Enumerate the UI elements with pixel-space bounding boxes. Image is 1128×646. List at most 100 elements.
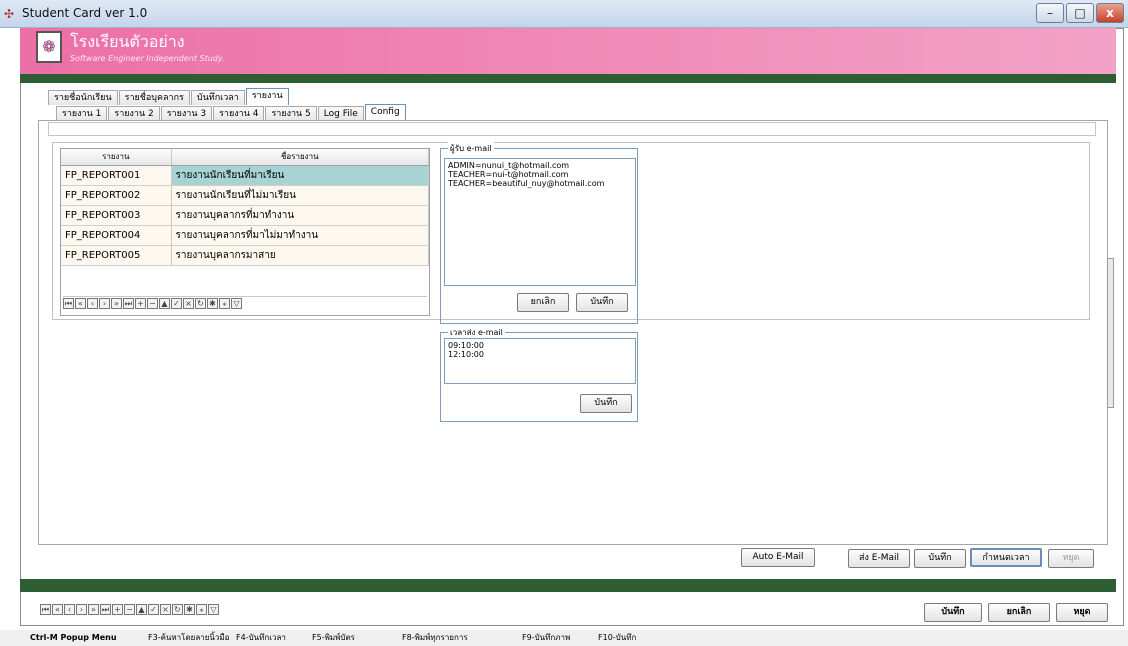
tab-staff[interactable]: รายชื่อบุคลากร: [118, 90, 190, 105]
footer-divider: [20, 579, 1116, 592]
tab-students[interactable]: รายชื่อนักเรียน: [48, 90, 118, 105]
window-title: Student Card ver 1.0: [22, 6, 148, 20]
footer-cancel-button[interactable]: ยกเลิก: [988, 603, 1050, 622]
cancel-edit-icon[interactable]: ×: [183, 298, 194, 309]
send-times-save-button[interactable]: บันทึก: [580, 394, 632, 413]
auto-email-button[interactable]: Auto E-Mail: [741, 548, 815, 567]
filter-icon[interactable]: ▽: [208, 604, 219, 615]
close-button[interactable]: x: [1096, 3, 1124, 23]
refresh-icon[interactable]: ↻: [195, 298, 206, 309]
side-splitter-handle[interactable]: [1107, 258, 1114, 408]
next-page-icon[interactable]: »: [111, 298, 122, 309]
tab-report-1[interactable]: รายงาน 1: [56, 106, 108, 121]
report-code-cell[interactable]: FP_REPORT001: [61, 165, 172, 186]
email-recipients-label: ผู้รับ e-mail: [448, 142, 494, 155]
save-button[interactable]: บันทึก: [914, 549, 966, 568]
status-bar: Ctrl-M Popup Menu F3-ค้นหาโดยลายนิ้วมือ …: [0, 630, 1128, 646]
prev-page-icon[interactable]: «: [52, 604, 63, 615]
send-times-list[interactable]: 09:10:00 12:10:00: [444, 338, 636, 384]
refresh-icon[interactable]: ↻: [172, 604, 183, 615]
maximize-button[interactable]: □: [1066, 3, 1094, 23]
list-item[interactable]: TEACHER=beautiful_nuy@hotmail.com: [448, 179, 632, 188]
table-row[interactable]: FP_REPORT002 รายงานนักเรียนที่ไม่มาเรียน: [61, 185, 429, 206]
tab-log-file[interactable]: Log File: [317, 106, 364, 121]
list-item[interactable]: ADMIN=nunui_t@hotmail.com: [448, 161, 632, 170]
minimize-button[interactable]: –: [1036, 3, 1064, 23]
tab-report-2[interactable]: รายงาน 2: [108, 106, 160, 121]
list-item[interactable]: 09:10:00: [448, 341, 632, 350]
next-record-icon[interactable]: ›: [99, 298, 110, 309]
recipients-cancel-button[interactable]: ยกเลิก: [517, 293, 569, 312]
edit-record-icon[interactable]: ▲: [136, 604, 147, 615]
edit-record-icon[interactable]: ▲: [159, 298, 170, 309]
report-grid[interactable]: รายงาน ชื่อรายงาน FP_REPORT001 รายงานนัก…: [60, 148, 430, 316]
next-record-icon[interactable]: ›: [76, 604, 87, 615]
first-record-icon[interactable]: ⏮: [40, 604, 51, 615]
status-f5: F5-พิมพ์บัตร: [312, 633, 355, 642]
stop-button[interactable]: หยุด: [1048, 549, 1094, 568]
report-name-cell[interactable]: รายงานบุคลากรมาสาย: [171, 245, 429, 266]
goto-bookmark-icon[interactable]: ⁎: [196, 604, 207, 615]
prev-record-icon[interactable]: ‹: [87, 298, 98, 309]
status-popup-menu: Ctrl-M Popup Menu: [30, 633, 117, 642]
list-item[interactable]: 12:10:00: [448, 350, 632, 359]
delete-record-icon[interactable]: −: [147, 298, 158, 309]
tab-report-3[interactable]: รายงาน 3: [160, 106, 213, 121]
table-row[interactable]: FP_REPORT004 รายงานบุคลากรที่มาไม่มาทำงา…: [61, 225, 429, 246]
table-row[interactable]: FP_REPORT001 รายงานนักเรียนที่มาเรียน: [61, 165, 429, 186]
bookmark-icon[interactable]: ✱: [184, 604, 195, 615]
delete-record-icon[interactable]: −: [124, 604, 135, 615]
add-record-icon[interactable]: +: [112, 604, 123, 615]
status-f9: F9-บันทึกภาพ: [522, 633, 571, 642]
app-icon: ✣: [4, 7, 15, 21]
tab-reports[interactable]: รายงาน: [245, 88, 289, 105]
status-f3: F3-ค้นหาโดยลายนิ้วมือ: [148, 633, 230, 642]
tab-config[interactable]: Config: [364, 104, 406, 121]
report-name-cell[interactable]: รายงานนักเรียนที่มาเรียน: [171, 165, 429, 186]
main-tabs: รายชื่อนักเรียน รายชื่อบุคลากร บันทึกเวลาร…: [48, 88, 290, 105]
post-icon[interactable]: ✓: [148, 604, 159, 615]
main-navigator: ⏮ «‹ ›» ⏭ + − ▲ ✓ × ↻ ✱ ⁎ ▽: [40, 604, 220, 618]
cancel-edit-icon[interactable]: ×: [160, 604, 171, 615]
report-code-cell[interactable]: FP_REPORT005: [61, 245, 172, 266]
set-time-button[interactable]: กำหนดเวลา: [970, 548, 1042, 567]
report-name-cell[interactable]: รายงานบุคลากรที่มาไม่มาทำงาน: [171, 225, 429, 246]
send-email-button[interactable]: ส่ง E-Mail: [848, 549, 910, 568]
recipients-save-button[interactable]: บันทึก: [576, 293, 628, 312]
prev-page-icon[interactable]: «: [75, 298, 86, 309]
top-strip: [48, 122, 1096, 136]
column-header-report[interactable]: รายงาน: [61, 149, 172, 166]
tab-report-4[interactable]: รายงาน 4: [213, 106, 265, 121]
add-record-icon[interactable]: +: [135, 298, 146, 309]
email-recipients-list[interactable]: ADMIN=nunui_t@hotmail.com TEACHER=nui-t@…: [444, 158, 636, 286]
report-name-cell[interactable]: รายงานบุคลากรที่มาทำงาน: [171, 205, 429, 226]
goto-bookmark-icon[interactable]: ⁎: [219, 298, 230, 309]
window-titlebar: ✣ Student Card ver 1.0 – □ x: [0, 0, 1128, 28]
first-record-icon[interactable]: ⏮: [63, 298, 74, 309]
bookmark-icon[interactable]: ✱: [207, 298, 218, 309]
post-icon[interactable]: ✓: [171, 298, 182, 309]
status-f10: F10-บันทึก: [598, 633, 637, 642]
prev-record-icon[interactable]: ‹: [64, 604, 75, 615]
column-header-report-name[interactable]: ชื่อรายงาน: [171, 149, 429, 166]
list-item[interactable]: TEACHER=nui-t@hotmail.com: [448, 170, 632, 179]
report-code-cell[interactable]: FP_REPORT004: [61, 225, 172, 246]
tab-report-5[interactable]: รายงาน 5: [265, 106, 317, 121]
report-code-cell[interactable]: FP_REPORT003: [61, 205, 172, 226]
school-logo-icon: ❁: [36, 31, 62, 63]
filter-icon[interactable]: ▽: [231, 298, 242, 309]
grid-navigator: ⏮ «‹ ›» ⏭ + − ▲ ✓ × ↻ ✱ ⁎ ▽: [63, 296, 427, 310]
table-row[interactable]: FP_REPORT003 รายงานบุคลากรที่มาทำงาน: [61, 205, 429, 226]
tab-time-record[interactable]: บันทึกเวลา: [190, 90, 245, 105]
school-name: โรงเรียนตัวอย่าง: [70, 32, 185, 51]
footer-save-button[interactable]: บันทึก: [924, 603, 982, 622]
footer-stop-button[interactable]: หยุด: [1056, 603, 1108, 622]
status-f4: F4-บันทึกเวลา: [236, 633, 286, 642]
last-record-icon[interactable]: ⏭: [123, 298, 134, 309]
table-row[interactable]: FP_REPORT005 รายงานบุคลากรมาสาย: [61, 245, 429, 266]
report-name-cell[interactable]: รายงานนักเรียนที่ไม่มาเรียน: [171, 185, 429, 206]
next-page-icon[interactable]: »: [88, 604, 99, 615]
last-record-icon[interactable]: ⏭: [100, 604, 111, 615]
banner-subtitle: Software Engineer Independent Study.: [70, 54, 225, 63]
report-code-cell[interactable]: FP_REPORT002: [61, 185, 172, 206]
